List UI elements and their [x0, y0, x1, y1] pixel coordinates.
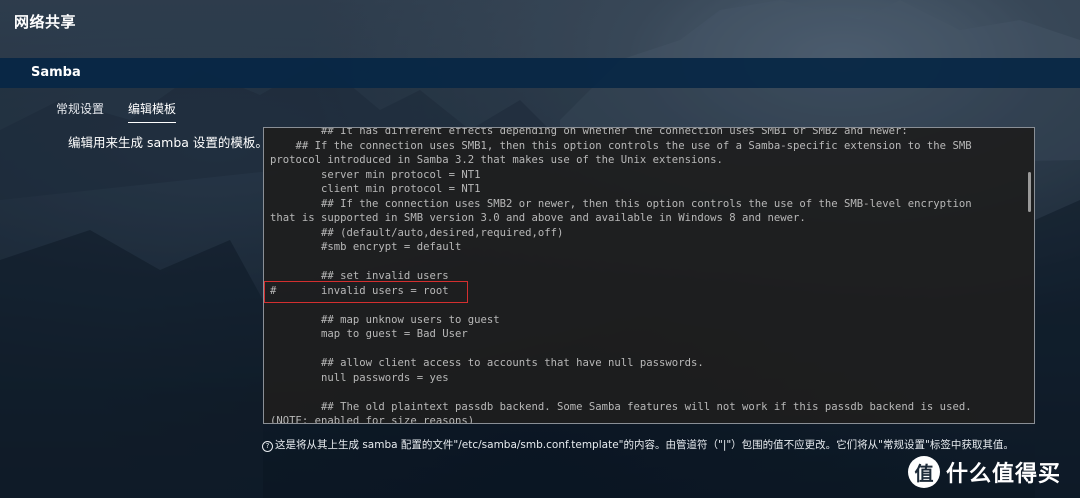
template-code[interactable]: ## It has different effects depending on… [270, 128, 1010, 423]
tab-edit-template[interactable]: 编辑模板 [128, 100, 177, 123]
annotation-highlight-box [264, 281, 468, 303]
template-editor[interactable]: ## It has different effects depending on… [263, 127, 1035, 424]
tab-general-settings[interactable]: 常规设置 [56, 100, 104, 122]
editor-description: 编辑用来生成 samba 设置的模板。 [68, 135, 268, 150]
watermark: 值 什么值得买 [908, 456, 1061, 488]
info-icon: ? [262, 441, 273, 452]
page-title: 网络共享 [14, 13, 77, 31]
section-header: Samba [0, 58, 1080, 88]
section-title: Samba [31, 65, 81, 80]
watermark-text: 什么值得买 [946, 462, 1062, 487]
watermark-logo-icon: 值 [908, 456, 940, 488]
footnote: ? 这是将从其上生成 samba 配置的文件"/etc/samba/smb.con… [262, 437, 1014, 452]
editor-scrollbar[interactable] [1028, 172, 1031, 212]
footnote-text: 这是将从其上生成 samba 配置的文件"/etc/samba/smb.conf… [275, 439, 1014, 451]
